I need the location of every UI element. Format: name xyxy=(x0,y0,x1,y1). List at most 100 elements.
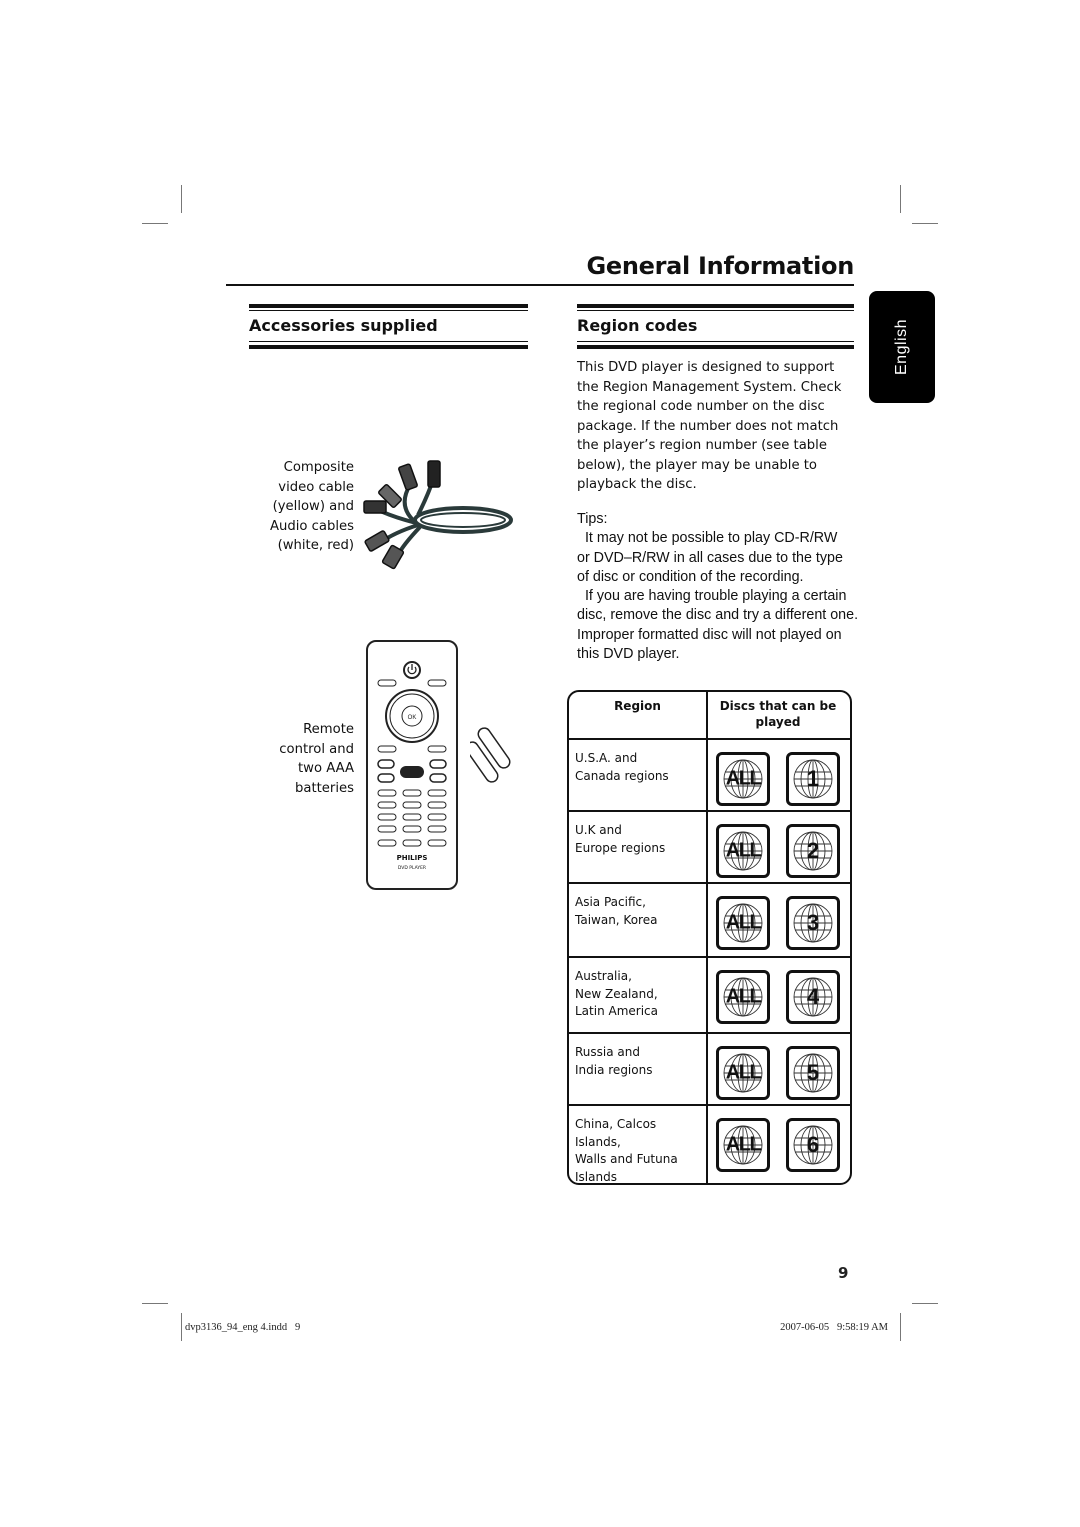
footer-file-name: dvp3136_94_eng 4.indd 9 xyxy=(185,1322,301,1333)
region-code-badge: 4 xyxy=(786,970,840,1024)
language-tab-label: English xyxy=(893,319,910,375)
region-name-line: Taiwan, Korea xyxy=(575,912,658,927)
region-name-line: India regions xyxy=(575,1062,653,1077)
remote-buttons: OK xyxy=(377,661,447,847)
aaa-batteries-illustration xyxy=(470,727,511,783)
region-code-label: 1 xyxy=(806,766,820,791)
region-code-label: ALL xyxy=(725,767,762,790)
region-name-line: New Zealand, xyxy=(575,986,658,1001)
region-name: Asia Pacific, Taiwan, Korea xyxy=(575,894,705,929)
region-name-line: Walls and Futuna xyxy=(575,1152,678,1166)
crop-mark xyxy=(900,185,901,213)
av-cable-illustration xyxy=(363,460,513,570)
column-divider xyxy=(706,692,708,1183)
cable-caption: Composite video cable (yellow) and Audio… xyxy=(240,458,354,556)
region-code-badge: ALL xyxy=(716,970,770,1024)
region-name: U.K and Europe regions xyxy=(575,822,705,857)
section-rule xyxy=(249,304,528,308)
region-code-badge: ALL xyxy=(716,824,770,878)
remote-model: DVD PLAYER xyxy=(397,866,427,871)
table-header-discs: Discs that can be played xyxy=(719,699,837,729)
region-code-label: 2 xyxy=(806,838,820,863)
region-code-badge: 2 xyxy=(786,824,840,878)
row-divider xyxy=(569,882,850,884)
region-code-label: ALL xyxy=(725,985,762,1008)
region-name-line: Europe regions xyxy=(575,840,666,855)
region-code-table: Region Discs that can be played U.S.A. a… xyxy=(567,690,852,1185)
tips-label: Tips: xyxy=(577,511,608,527)
tips-line: Improper formatted disc will not played … xyxy=(577,626,842,643)
intro-line: package. If the number does not match xyxy=(577,418,839,434)
region-code-label: ALL xyxy=(725,839,762,862)
caption-line: (white, red) xyxy=(277,538,354,553)
crop-mark xyxy=(912,1303,938,1304)
region-code-label: 3 xyxy=(806,910,820,935)
section-rule xyxy=(249,341,528,342)
language-tab: English xyxy=(869,291,935,403)
crop-mark xyxy=(912,223,938,224)
region-name: Russia and India regions xyxy=(575,1044,705,1079)
caption-line: Composite xyxy=(283,460,354,475)
caption-line: video cable xyxy=(278,479,354,495)
region-name-line: Latin America xyxy=(575,1004,658,1018)
caption-line: two AAA xyxy=(297,761,354,776)
remote-control-illustration: OK PHILIPS DVD PLAYER xyxy=(366,640,458,890)
region-code-badge: 6 xyxy=(786,1118,840,1172)
caption-line: control and xyxy=(279,741,354,757)
row-divider xyxy=(569,1104,850,1106)
crop-mark xyxy=(142,223,168,224)
region-code-label: ALL xyxy=(725,911,762,934)
region-name-line: Russia and xyxy=(575,1045,640,1059)
region-name-line: China, Calcos Islands, xyxy=(575,1117,657,1149)
region-code-label: 5 xyxy=(806,1060,820,1085)
region-code-badge: 1 xyxy=(786,752,840,806)
ok-label: OK xyxy=(408,715,417,721)
region-name: U.S.A. and Canada regions xyxy=(575,750,705,785)
row-divider xyxy=(569,810,850,812)
section-rule xyxy=(577,341,854,342)
region-code-badge: 3 xyxy=(786,896,840,950)
region-codes-heading: Region codes xyxy=(577,316,698,335)
title-divider xyxy=(226,284,854,286)
remote-caption: Remote control and two AAA batteries xyxy=(240,720,354,798)
region-code-label: 6 xyxy=(806,1132,820,1157)
region-name-line: Asia Pacific, xyxy=(575,895,646,909)
region-code-label: ALL xyxy=(725,1133,762,1156)
region-code-label: 4 xyxy=(806,984,820,1009)
intro-line: the player’s region number (see table xyxy=(577,438,827,453)
section-rule xyxy=(249,310,528,311)
intro-line: This DVD player is designed to support xyxy=(577,360,835,375)
region-name-line: U.S.A. and xyxy=(575,751,638,765)
region-code-label: ALL xyxy=(725,1061,762,1084)
intro-line: the regional code number on the disc xyxy=(577,399,825,414)
caption-line: batteries xyxy=(295,780,354,796)
tips-line: If you are having trouble playing a cert… xyxy=(577,588,847,605)
section-rule xyxy=(577,345,854,349)
caption-line: (yellow) and xyxy=(272,499,354,514)
accessories-heading: Accessories supplied xyxy=(249,316,438,335)
section-rule xyxy=(577,310,854,311)
region-code-badge: ALL xyxy=(716,1046,770,1100)
page-title: General Information xyxy=(586,252,854,280)
crop-mark xyxy=(900,1313,901,1341)
remote-brand: PHILIPS xyxy=(396,854,428,862)
crop-mark xyxy=(142,1303,168,1304)
footer-timestamp: 2007-06-05 9:58:19 AM xyxy=(780,1322,888,1333)
section-rule xyxy=(577,304,854,308)
region-code-badge: ALL xyxy=(716,896,770,950)
intro-line: playback the disc. xyxy=(577,477,697,492)
region-intro-paragraph: This DVD player is designed to support t… xyxy=(577,358,867,495)
intro-line: below), the player may be unable to xyxy=(577,457,817,473)
row-divider xyxy=(569,738,850,740)
table-header-region: Region xyxy=(614,699,661,713)
section-rule xyxy=(249,345,528,349)
tips-line: of disc or condition of the recording. xyxy=(577,568,804,585)
region-name: Australia, New Zealand, Latin America xyxy=(575,968,705,1021)
intro-line: the Region Management System. Check xyxy=(577,379,842,395)
region-name-line: Australia, xyxy=(575,969,632,983)
caption-line: Audio cables xyxy=(269,518,354,534)
page-number: 9 xyxy=(838,1264,849,1282)
region-code-badge: 5 xyxy=(786,1046,840,1100)
tips-line: It may not be possible to play CD-R/RW xyxy=(577,530,838,547)
region-code-badge: ALL xyxy=(716,1118,770,1172)
